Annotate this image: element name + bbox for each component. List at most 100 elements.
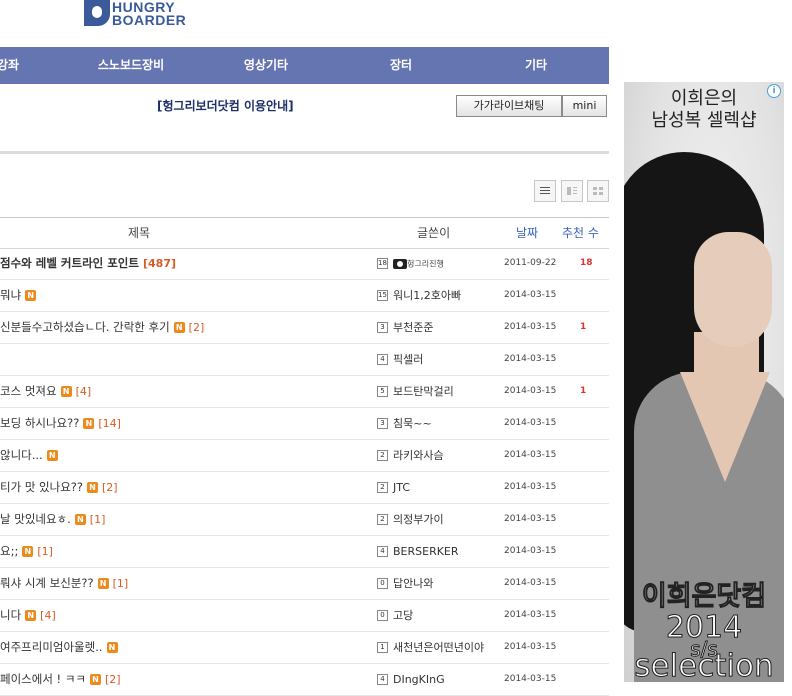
table-row[interactable]: 요;; N [1] 4 BERSERKER 2014-03-15 bbox=[0, 536, 609, 568]
writer-name[interactable]: 부천준준 bbox=[393, 312, 433, 343]
writer-name[interactable]: 헝그리진행 bbox=[393, 248, 444, 280]
writer-name[interactable]: 라키와사슴 bbox=[393, 440, 444, 471]
gallery-view-icon[interactable] bbox=[587, 180, 609, 202]
side-advertisement[interactable]: i 이희은의 남성복 셀렉샵 이희은닷컴 2014 s/s selection bbox=[624, 82, 784, 682]
header-recommend-sort[interactable]: 추천 수 bbox=[562, 218, 599, 248]
comment-count[interactable]: [4] bbox=[76, 385, 92, 398]
post-title-text[interactable]: 신분들수고하셨습ㄴ다. 간락한 후기 bbox=[0, 320, 170, 334]
table-row[interactable]: 코스 멋져요 N [4] 5 보드탄막걸리 2014-03-15 1 bbox=[0, 376, 609, 408]
writer-name[interactable]: 워니1,2호아빠 bbox=[393, 280, 461, 311]
post-title-text[interactable]: 코스 멋져요 bbox=[0, 384, 57, 398]
post-title-text[interactable]: 않니다... bbox=[0, 448, 43, 462]
writer-name[interactable]: 고당 bbox=[393, 600, 413, 631]
post-title-text[interactable]: 니다 bbox=[0, 608, 21, 622]
post-title-link[interactable]: 않니다... N bbox=[0, 440, 58, 471]
comment-count[interactable]: [2] bbox=[102, 481, 118, 494]
post-title-link[interactable]: 코스 멋져요 N [4] bbox=[0, 376, 91, 407]
nav-item-video[interactable]: 영상기타 bbox=[244, 47, 288, 84]
mini-button[interactable]: mini bbox=[562, 95, 607, 117]
usage-notice-link[interactable]: [헝그리보더닷컴 이용안내] bbox=[157, 97, 294, 114]
comment-count[interactable]: [2] bbox=[105, 673, 121, 686]
table-row[interactable]: 점수와 레벨 커트라인 포인트 [487] 18 헝그리진행 2011-09-22 18 bbox=[0, 248, 609, 280]
level-icon: 18 bbox=[377, 258, 388, 269]
header-date-sort[interactable]: 날짜 bbox=[516, 218, 538, 248]
table-row[interactable]: 신분들수고하셨습ㄴ다. 간락한 후기 N [2] 3 부천준준 2014-03-15 1 bbox=[0, 312, 609, 344]
comment-count[interactable]: [1] bbox=[113, 577, 129, 590]
post-title-link[interactable]: 날 맛있네요ㅎ. N [1] bbox=[0, 504, 105, 535]
post-title-link[interactable]: 점수와 레벨 커트라인 포인트 [487] bbox=[0, 248, 176, 279]
post-title-link[interactable]: 보딩 하시나요?? N [14] bbox=[0, 408, 121, 439]
writer-name[interactable]: 침묵~~ bbox=[393, 408, 432, 439]
table-row[interactable]: 날 맛있네요ㅎ. N [1] 2 의정부가이 2014-03-15 bbox=[0, 504, 609, 536]
post-title-link[interactable]: 뭐냐 N bbox=[0, 280, 37, 311]
writer-name[interactable]: JTC bbox=[393, 472, 410, 503]
section-divider bbox=[0, 151, 609, 154]
new-post-icon: N bbox=[97, 578, 109, 589]
logo-text-line2: BOARDER bbox=[112, 12, 187, 28]
writer-name[interactable]: DIngKInG bbox=[393, 664, 445, 695]
writer-name[interactable]: 의정부가이 bbox=[393, 504, 444, 535]
post-title-text[interactable]: 뤄샤 시계 보신분?? bbox=[0, 576, 94, 590]
post-date: 2014-03-15 bbox=[504, 546, 557, 556]
post-date: 2014-03-15 bbox=[504, 290, 557, 300]
comment-count[interactable]: [4] bbox=[40, 609, 56, 622]
new-post-icon: N bbox=[87, 482, 98, 493]
live-chat-button[interactable]: 가가라이브채팅 bbox=[456, 95, 562, 117]
writer-name[interactable]: BERSERKER bbox=[393, 536, 459, 567]
nav-item-market[interactable]: 장터 bbox=[390, 47, 412, 84]
table-row[interactable]: 뭐냐 N 15 워니1,2호아빠 2014-03-15 bbox=[0, 280, 609, 312]
new-post-icon: N bbox=[173, 322, 185, 333]
post-title-text[interactable]: 티가 맛 있나요?? bbox=[0, 480, 83, 494]
table-row[interactable]: 니다 N [4] 0 고당 2014-03-15 bbox=[0, 600, 609, 632]
post-title-link[interactable]: 페이스에서 ! ㅋㅋ N [2] bbox=[0, 664, 121, 695]
post-title-link[interactable]: 뤄샤 시계 보신분?? N [1] bbox=[0, 568, 128, 599]
level-icon: 5 bbox=[377, 386, 388, 397]
ad-tagline: selection bbox=[634, 648, 774, 683]
post-title-text[interactable]: 점수와 레벨 커트라인 포인트 bbox=[0, 256, 139, 270]
post-date: 2014-03-15 bbox=[504, 418, 557, 428]
post-date: 2014-03-15 bbox=[504, 386, 557, 396]
post-title-text[interactable]: 페이스에서 ! ㅋㅋ bbox=[0, 672, 86, 686]
post-title-text[interactable]: 날 맛있네요ㅎ. bbox=[0, 512, 71, 526]
table-row[interactable]: 뤄샤 시계 보신분?? N [1] 0 답안나와 2014-03-15 bbox=[0, 568, 609, 600]
post-title-text[interactable]: 요;; bbox=[0, 544, 18, 558]
writer-name[interactable]: 보드탄막걸리 bbox=[393, 376, 454, 407]
webzine-view-icon[interactable] bbox=[561, 180, 583, 202]
nav-item-etc[interactable]: 기타 bbox=[525, 47, 547, 84]
level-icon: 2 bbox=[377, 514, 388, 525]
table-row[interactable]: 티가 맛 있나요?? N [2] 2 JTC 2014-03-15 bbox=[0, 472, 609, 504]
table-row[interactable]: 4 픽셀러 2014-03-15 bbox=[0, 344, 609, 376]
table-row[interactable]: 보딩 하시나요?? N [14] 3 침묵~~ 2014-03-15 bbox=[0, 408, 609, 440]
table-row[interactable]: 않니다... N 2 라키와사슴 2014-03-15 bbox=[0, 440, 609, 472]
post-title-link[interactable]: 니다 N [4] bbox=[0, 600, 56, 631]
post-title-link[interactable]: 요;; N [1] bbox=[0, 536, 53, 567]
table-row[interactable]: 페이스에서 ! ㅋㅋ N [2] 4 DIngKInG 2014-03-15 bbox=[0, 664, 609, 696]
list-view-icon[interactable] bbox=[534, 180, 556, 202]
nav-item-lecture[interactable]: 강좌 bbox=[0, 47, 19, 84]
recommend-count: 1 bbox=[580, 322, 587, 332]
comment-count[interactable]: [14] bbox=[98, 417, 121, 430]
nav-item-equipment[interactable]: 스노보드장비 bbox=[98, 47, 164, 84]
writer-name-image[interactable]: 헝그리진행 bbox=[407, 260, 444, 269]
comment-count[interactable]: [487] bbox=[143, 257, 176, 270]
post-title-text[interactable]: 여주프리미엄아울렛.. bbox=[0, 640, 103, 654]
writer-name[interactable]: 답안나와 bbox=[393, 568, 433, 599]
post-title-text[interactable]: 뭐냐 bbox=[0, 288, 21, 302]
post-title-link[interactable]: 신분들수고하셨습ㄴ다. 간락한 후기 N [2] bbox=[0, 312, 204, 343]
comment-count[interactable]: [1] bbox=[37, 545, 53, 558]
post-title-text[interactable]: 보딩 하시나요?? bbox=[0, 416, 79, 430]
writer-name[interactable]: 픽셀러 bbox=[393, 344, 423, 375]
level-icon: 15 bbox=[377, 290, 388, 301]
level-icon: 0 bbox=[377, 578, 388, 589]
level-icon: 3 bbox=[377, 322, 388, 333]
table-row[interactable]: 여주프리미엄아울렛.. N 1 새천년은어떤년이야 2014-03-15 bbox=[0, 632, 609, 664]
new-post-icon: N bbox=[22, 546, 34, 557]
site-logo[interactable]: HUNGRY BOARDER bbox=[84, 0, 194, 30]
post-title-link[interactable]: 여주프리미엄아울렛.. N bbox=[0, 632, 118, 663]
writer-name[interactable]: 새천년은어떤년이야 bbox=[393, 632, 484, 663]
comment-count[interactable]: [1] bbox=[90, 513, 106, 526]
comment-count[interactable]: [2] bbox=[189, 321, 205, 334]
post-date: 2014-03-15 bbox=[504, 450, 557, 460]
level-icon: 2 bbox=[377, 450, 388, 461]
post-title-link[interactable]: 티가 맛 있나요?? N [2] bbox=[0, 472, 118, 503]
